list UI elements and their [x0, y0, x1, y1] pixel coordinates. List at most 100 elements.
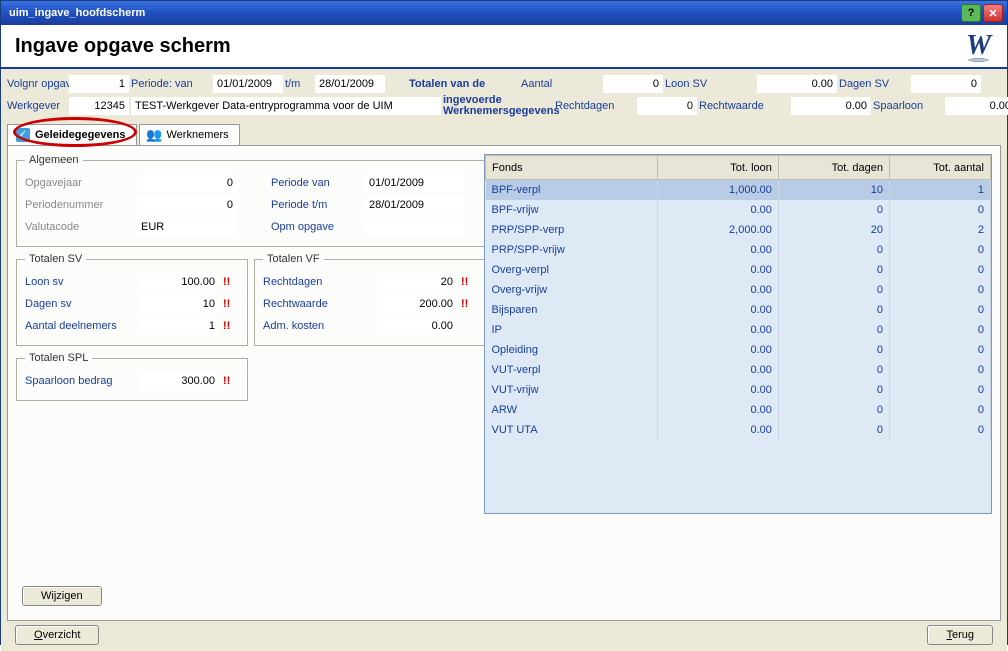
cell-fonds: PRP/SPP-vrijw: [486, 240, 658, 260]
aantal-value: 0: [603, 75, 663, 93]
rechtdagen-value: 0: [637, 97, 697, 115]
spaarloon-bedrag-value[interactable]: [139, 372, 219, 390]
rechtwaarde-vf-value[interactable]: [377, 295, 457, 313]
admkosten-vf-value[interactable]: [377, 317, 457, 335]
cell-aantal: 0: [889, 300, 990, 320]
wijzigen-button[interactable]: Wijzigen: [22, 586, 102, 606]
tab-bar: ✓ Geleidegegevens 👥 Werknemers: [7, 123, 1001, 145]
table-row[interactable]: VUT UTA0.0000: [486, 420, 991, 440]
close-button[interactable]: ✕: [983, 4, 1003, 22]
columns: Algemeen Opgavejaar Periode van Perioden…: [16, 154, 992, 514]
cell-aantal: 0: [889, 380, 990, 400]
cell-fonds: VUT UTA: [486, 420, 658, 440]
inner-button-row: Wijzigen: [22, 586, 102, 606]
table-row[interactable]: Bijsparen0.0000: [486, 300, 991, 320]
left-column: Algemeen Opgavejaar Periode van Perioden…: [16, 154, 474, 514]
col-loon[interactable]: Tot. loon: [657, 156, 778, 180]
terug-button[interactable]: Terug: [927, 625, 993, 645]
cell-fonds: BPF-verpl: [486, 180, 658, 201]
table-row[interactable]: PRP/SPP-vrijw0.0000: [486, 240, 991, 260]
cell-dagen: 10: [778, 180, 889, 201]
cell-fonds: Opleiding: [486, 340, 658, 360]
table-row[interactable]: Opleiding0.0000: [486, 340, 991, 360]
cell-aantal: 0: [889, 200, 990, 220]
opgavejaar-value[interactable]: [137, 174, 237, 192]
cell-aantal: 0: [889, 280, 990, 300]
warn-icon: !!: [223, 276, 239, 288]
dagen-sv-value[interactable]: [139, 295, 219, 313]
cell-dagen: 0: [778, 240, 889, 260]
periodenr-value[interactable]: [137, 196, 237, 214]
totalen-label-23: ingevoerde Werknemersgegevens: [443, 95, 553, 117]
loon-sv-value[interactable]: [139, 273, 219, 291]
rechtwaarde-vf-label: Rechtwaarde: [263, 298, 373, 310]
cell-dagen: 0: [778, 200, 889, 220]
tab-werknemers[interactable]: 👥 Werknemers: [139, 124, 240, 145]
col-dagen[interactable]: Tot. dagen: [778, 156, 889, 180]
opm-value[interactable]: [365, 218, 465, 236]
table-row[interactable]: PRP/SPP-verp2,000.00202: [486, 220, 991, 240]
cell-fonds: VUT-vrijw: [486, 380, 658, 400]
page-title: Ingave opgave scherm: [15, 35, 231, 58]
table-row[interactable]: VUT-verpl0.0000: [486, 360, 991, 380]
aantal-label: Aantal: [521, 78, 601, 90]
totalen-spl-fieldset: Totalen SPL Spaarloon bedrag !!: [16, 352, 248, 401]
table-row[interactable]: VUT-vrijw0.0000: [486, 380, 991, 400]
table-row[interactable]: Overg-verpl0.0000: [486, 260, 991, 280]
rechtdagen-vf-label: Rechtdagen: [263, 276, 373, 288]
fonds-table[interactable]: Fonds Tot. loon Tot. dagen Tot. aantal B…: [485, 155, 991, 440]
algemeen-legend: Algemeen: [25, 154, 83, 166]
totalen-label-1: Totalen van de: [409, 78, 519, 90]
table-row[interactable]: BPF-vrijw0.0000: [486, 200, 991, 220]
table-row[interactable]: ARW0.0000: [486, 400, 991, 420]
app-window: uim_ingave_hoofdscherm ? ✕ Ingave opgave…: [0, 0, 1008, 645]
dagen-sv-label: Dagen sv: [25, 298, 135, 310]
overzicht-rest: verzicht: [43, 629, 81, 641]
rechtdagen-vf-value[interactable]: [377, 273, 457, 291]
tab-werknemers-label: Werknemers: [167, 129, 229, 141]
tm-label: t/m: [285, 78, 313, 90]
dagensv-label: Dagen SV: [839, 78, 909, 90]
table-row[interactable]: Overg-vrijw0.0000: [486, 280, 991, 300]
check-icon: ✓: [16, 128, 30, 142]
al-periode-van-value[interactable]: [365, 174, 465, 192]
cell-dagen: 0: [778, 300, 889, 320]
col-aantal[interactable]: Tot. aantal: [889, 156, 990, 180]
cell-loon: 0.00: [657, 360, 778, 380]
dagensv-value: 0: [911, 75, 981, 93]
al-periode-tm-value[interactable]: [365, 196, 465, 214]
people-icon: 👥: [148, 128, 162, 142]
algemeen-fieldset: Algemeen Opgavejaar Periode van Perioden…: [16, 154, 494, 247]
cell-aantal: 0: [889, 240, 990, 260]
cell-loon: 0.00: [657, 240, 778, 260]
table-row[interactable]: IP0.0000: [486, 320, 991, 340]
tab-geleidegegevens[interactable]: ✓ Geleidegegevens: [7, 124, 137, 145]
terug-rest: erug: [952, 629, 974, 641]
help-button[interactable]: ?: [961, 4, 981, 22]
cell-dagen: 0: [778, 340, 889, 360]
col-fonds[interactable]: Fonds: [486, 156, 658, 180]
valuta-label: Valutacode: [25, 221, 133, 233]
cell-aantal: 0: [889, 340, 990, 360]
rechtwaarde-value: 0.00: [791, 97, 871, 115]
opm-label: Opm opgave: [271, 221, 361, 233]
warn-icon: !!: [461, 298, 477, 310]
spaarloon-bedrag-label: Spaarloon bedrag: [25, 375, 135, 387]
overzicht-mnemonic: O: [34, 629, 43, 641]
fonds-table-wrap: Fonds Tot. loon Tot. dagen Tot. aantal B…: [484, 154, 992, 514]
werkgever-name: TEST-Werkgever Data-entryprogramma voor …: [131, 97, 441, 115]
overzicht-button[interactable]: Overzicht: [15, 625, 99, 645]
cell-loon: 0.00: [657, 200, 778, 220]
table-row[interactable]: BPF-verpl1,000.00101: [486, 180, 991, 201]
cell-loon: 0.00: [657, 260, 778, 280]
aantal-deelnemers-value[interactable]: [139, 317, 219, 335]
periodenr-label: Periodenummer: [25, 199, 133, 211]
valuta-value[interactable]: [137, 218, 237, 236]
volgnr-label: Volgnr opgave: [7, 78, 67, 90]
cell-fonds: PRP/SPP-verp: [486, 220, 658, 240]
content-area: Volgnr opgave 1 Periode: van 01/01/2009 …: [1, 69, 1007, 651]
subtitle-bar: Ingave opgave scherm W: [1, 25, 1007, 69]
cell-loon: 0.00: [657, 300, 778, 320]
cell-loon: 0.00: [657, 280, 778, 300]
al-periode-tm-label: Periode t/m: [271, 199, 361, 211]
